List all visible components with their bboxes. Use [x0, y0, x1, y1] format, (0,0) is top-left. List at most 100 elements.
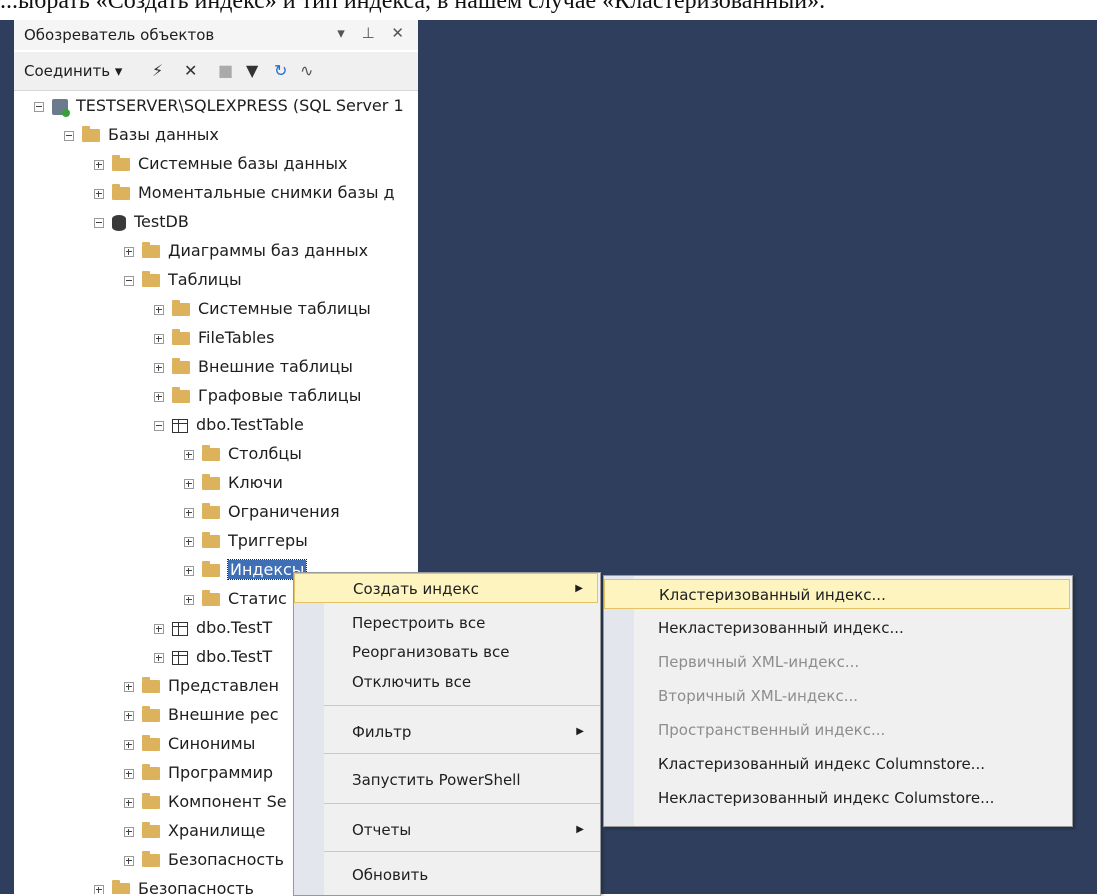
expand-toggle-icon[interactable]: [154, 333, 164, 344]
stop-icon[interactable]: ■: [218, 61, 233, 80]
tree-node[interactable]: Системные базы данных: [94, 150, 347, 178]
menu-separator: [324, 803, 600, 804]
menu-item-label: Фильтр: [352, 723, 412, 741]
submenu-item[interactable]: Кластеризованный индекс...: [604, 579, 1070, 609]
tree-node[interactable]: Индексы: [184, 556, 308, 584]
tree-node[interactable]: Диаграммы баз данных: [124, 237, 368, 265]
tree-node[interactable]: dbo.TestT: [154, 614, 272, 642]
expand-toggle-icon[interactable]: [124, 681, 134, 692]
tree-node[interactable]: Таблицы: [124, 266, 242, 294]
submenu-item[interactable]: Кластеризованный индекс Columnstore...: [604, 749, 1070, 779]
collapse-toggle-icon[interactable]: [94, 217, 104, 228]
connect-dropdown-button[interactable]: Соединить ▾: [24, 62, 122, 80]
expand-toggle-icon[interactable]: [154, 391, 164, 402]
database-icon: [112, 214, 126, 231]
expand-toggle-icon[interactable]: [154, 652, 164, 663]
expand-toggle-icon[interactable]: [184, 507, 194, 518]
tree-node[interactable]: Ключи: [184, 469, 283, 497]
collapse-toggle-icon[interactable]: [124, 275, 134, 286]
filter-icon[interactable]: ▼: [246, 61, 258, 80]
context-menu-item[interactable]: Реорганизовать все: [294, 637, 598, 667]
context-menu-item[interactable]: Отключить все: [294, 667, 598, 697]
context-menu-item[interactable]: Перестроить все: [294, 608, 598, 638]
expand-toggle-icon[interactable]: [124, 768, 134, 779]
submenu-item: Вторичный XML-индекс...: [604, 681, 1070, 711]
tree-node-label: Статис: [228, 589, 287, 608]
submenu-item[interactable]: Некластеризованный индекс Columstore...: [604, 783, 1070, 813]
folder-icon: [112, 880, 130, 894]
tree-node[interactable]: Безопасность: [94, 875, 254, 894]
expand-toggle-icon[interactable]: [154, 623, 164, 634]
tree-node[interactable]: Моментальные снимки базы д: [94, 179, 395, 207]
panel-window-buttons[interactable]: ▾ ⊥ ✕: [337, 24, 410, 42]
tree-node[interactable]: Компонент Se: [124, 788, 287, 816]
expand-toggle-icon[interactable]: [184, 478, 194, 489]
context-menu-item[interactable]: Создать индекс ▶: [294, 573, 598, 603]
expand-toggle-icon[interactable]: [184, 536, 194, 547]
context-menu-item[interactable]: Фильтр ▶: [294, 717, 598, 747]
expand-toggle-icon[interactable]: [124, 855, 134, 866]
tree-node[interactable]: Системные таблицы: [154, 295, 371, 323]
expand-toggle-icon[interactable]: [124, 797, 134, 808]
tree-node[interactable]: Хранилище: [124, 817, 265, 845]
menu-item-label: Реорганизовать все: [352, 643, 510, 661]
expand-toggle-icon[interactable]: [124, 826, 134, 837]
tree-node[interactable]: Статис: [184, 585, 287, 613]
tree-node[interactable]: dbo.TestT: [154, 643, 272, 671]
tree-node[interactable]: Триггеры: [184, 527, 308, 555]
tree-node[interactable]: FileTables: [154, 324, 274, 352]
expand-toggle-icon[interactable]: [94, 884, 104, 894]
tree-node-label: Триггеры: [228, 531, 308, 550]
submenu-item[interactable]: Некластеризованный индекс...: [604, 613, 1070, 643]
expand-toggle-icon[interactable]: [124, 710, 134, 721]
tree-node[interactable]: Программир: [124, 759, 273, 787]
tree-node[interactable]: Безопасность: [124, 846, 284, 874]
tree-node-label: TESTSERVER\SQLEXPRESS (SQL Server 1: [76, 96, 404, 115]
tree-node[interactable]: Представлен: [124, 672, 279, 700]
tree-node[interactable]: Графовые таблицы: [154, 382, 361, 410]
submenu-arrow-icon: ▶: [576, 824, 584, 835]
expand-toggle-icon[interactable]: [94, 159, 104, 170]
submenu-arrow-icon: ▶: [575, 583, 583, 594]
submenu-item-label: Некластеризованный индекс Columstore...: [658, 789, 995, 807]
collapse-toggle-icon[interactable]: [34, 101, 44, 112]
submenu-item-label: Кластеризованный индекс Columnstore...: [658, 755, 985, 773]
menu-item-label: Отключить все: [352, 673, 472, 691]
activity-icon[interactable]: ∿: [300, 61, 313, 80]
expand-toggle-icon[interactable]: [184, 449, 194, 460]
collapse-toggle-icon[interactable]: [64, 130, 74, 141]
object-explorer-titlebar: Обозреватель объектов ▾ ⊥ ✕: [14, 20, 418, 50]
expand-toggle-icon[interactable]: [124, 739, 134, 750]
context-menu-item[interactable]: Запустить PowerShell: [294, 765, 598, 795]
collapse-toggle-icon[interactable]: [154, 420, 164, 431]
expand-toggle-icon[interactable]: [154, 362, 164, 373]
folder-icon: [172, 387, 190, 403]
disconnect-icon[interactable]: ✕: [184, 61, 197, 80]
folder-icon: [202, 503, 220, 519]
context-menu-item[interactable]: Обновить: [294, 860, 598, 890]
expand-toggle-icon[interactable]: [184, 565, 194, 576]
folder-icon: [202, 590, 220, 606]
tree-node[interactable]: Базы данных: [64, 121, 219, 149]
menu-item-label: Создать индекс: [353, 580, 479, 598]
tree-node[interactable]: TESTSERVER\SQLEXPRESS (SQL Server 1: [34, 92, 404, 120]
expand-toggle-icon[interactable]: [154, 304, 164, 315]
tree-node[interactable]: Внешние таблицы: [154, 353, 353, 381]
folder-icon: [142, 242, 160, 258]
tree-node[interactable]: Столбцы: [184, 440, 302, 468]
table-icon: [172, 621, 188, 636]
tree-node[interactable]: Ограничения: [184, 498, 340, 526]
tree-node[interactable]: Внешние рес: [124, 701, 279, 729]
expand-toggle-icon[interactable]: [124, 246, 134, 257]
context-menu-item[interactable]: Отчеты ▶: [294, 815, 598, 845]
tree-node-label: Системные базы данных: [138, 154, 348, 173]
connect-icon[interactable]: ⚡: [152, 61, 163, 80]
tree-node[interactable]: dbo.TestTable: [154, 411, 304, 439]
expand-toggle-icon[interactable]: [184, 594, 194, 605]
expand-toggle-icon[interactable]: [94, 188, 104, 199]
tree-node[interactable]: Синонимы: [124, 730, 255, 758]
tree-node-label: Ограничения: [228, 502, 340, 521]
refresh-icon[interactable]: ↻: [274, 61, 287, 80]
folder-icon: [202, 532, 220, 548]
tree-node[interactable]: TestDB: [94, 208, 189, 236]
